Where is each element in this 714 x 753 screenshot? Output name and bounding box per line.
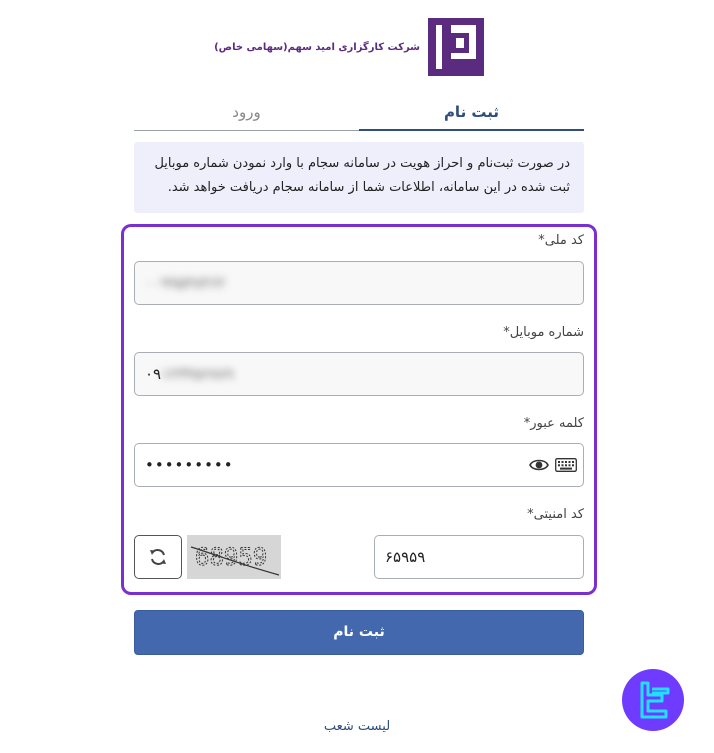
captcha-image: 68959 [187, 535, 281, 579]
register-page: شرکت کارگزاری امید سهم(سهامی خاص) ثبت نا… [0, 0, 714, 753]
keyboard-icon[interactable] [555, 458, 577, 472]
eye-icon[interactable] [529, 456, 549, 474]
national-code-input[interactable]: ۰۰۹۹۵۳۸۴۶۲ [134, 261, 584, 305]
tab-register[interactable]: ثبت نام [359, 95, 584, 131]
national-code-label: کد ملی* [538, 233, 584, 248]
national-code-value: ۰۰۹۹۵۳۸۴۶۲ [145, 274, 226, 292]
register-submit-button[interactable]: ثبت نام [134, 610, 584, 655]
tab-login[interactable]: ورود [134, 95, 359, 131]
mobile-label: شماره موبایل* [503, 325, 584, 340]
info-line-2: ثبت شده در این سامانه، اطلاعات شما از سا… [167, 180, 570, 195]
captcha-label: کد امنیتی* [527, 507, 584, 522]
omid-sahm-logo-icon [428, 18, 484, 76]
brand-header: شرکت کارگزاری امید سهم(سهامی خاص) [214, 18, 484, 78]
password-input[interactable]: ••••••••• [134, 443, 584, 487]
captcha-input[interactable]: ۶۵۹۵۹ [374, 535, 584, 579]
company-name: شرکت کارگزاری امید سهم(سهامی خاص) [214, 42, 420, 53]
captcha-value: ۶۵۹۵۹ [385, 548, 426, 566]
branch-list-link[interactable]: لیست شعب [0, 719, 714, 734]
mobile-value: ۱۲۳۴۵۶۷۸۹ [161, 365, 234, 383]
password-label: کلمه عبور* [523, 416, 584, 431]
refresh-icon [150, 549, 166, 565]
sejam-info-box: در صورت ثبت‌نام و احراز هویت در سامانه س… [134, 142, 584, 213]
mobile-input[interactable]: ۰۹۱۲۳۴۵۶۷۸۹ [134, 352, 584, 396]
auth-tabs: ثبت نام ورود [134, 95, 584, 131]
password-value: ••••••••• [145, 456, 234, 474]
info-line-1: در صورت ثبت‌نام و احراز هویت در سامانه س… [154, 156, 570, 171]
captcha-refresh-button[interactable] [134, 535, 182, 579]
captcha-image-text: 68959 [195, 543, 267, 571]
mobile-prefix: ۰۹ [145, 365, 162, 383]
